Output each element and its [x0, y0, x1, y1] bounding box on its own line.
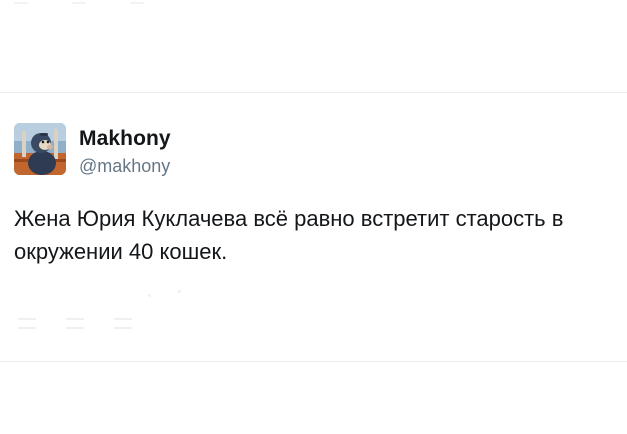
previous-tweet-actions	[14, 0, 144, 14]
retweet-icon[interactable]	[66, 318, 84, 329]
faint-dot	[148, 294, 151, 297]
reply-icon[interactable]	[18, 318, 36, 329]
author-name[interactable]: Makhony	[79, 127, 171, 151]
reply-icon	[14, 2, 28, 12]
faint-dot	[178, 290, 181, 293]
like-icon	[130, 2, 144, 12]
avatar[interactable]	[14, 123, 66, 175]
divider-bottom	[0, 361, 627, 362]
avatar-image	[14, 123, 66, 175]
tweet-actions	[14, 290, 214, 340]
retweet-icon	[72, 2, 86, 12]
like-icon[interactable]	[114, 318, 132, 329]
tweet-text: Жена Юрия Куклачева всё равно встретит с…	[14, 206, 564, 264]
divider-top	[0, 92, 627, 93]
author-handle[interactable]: @makhony	[79, 155, 170, 177]
